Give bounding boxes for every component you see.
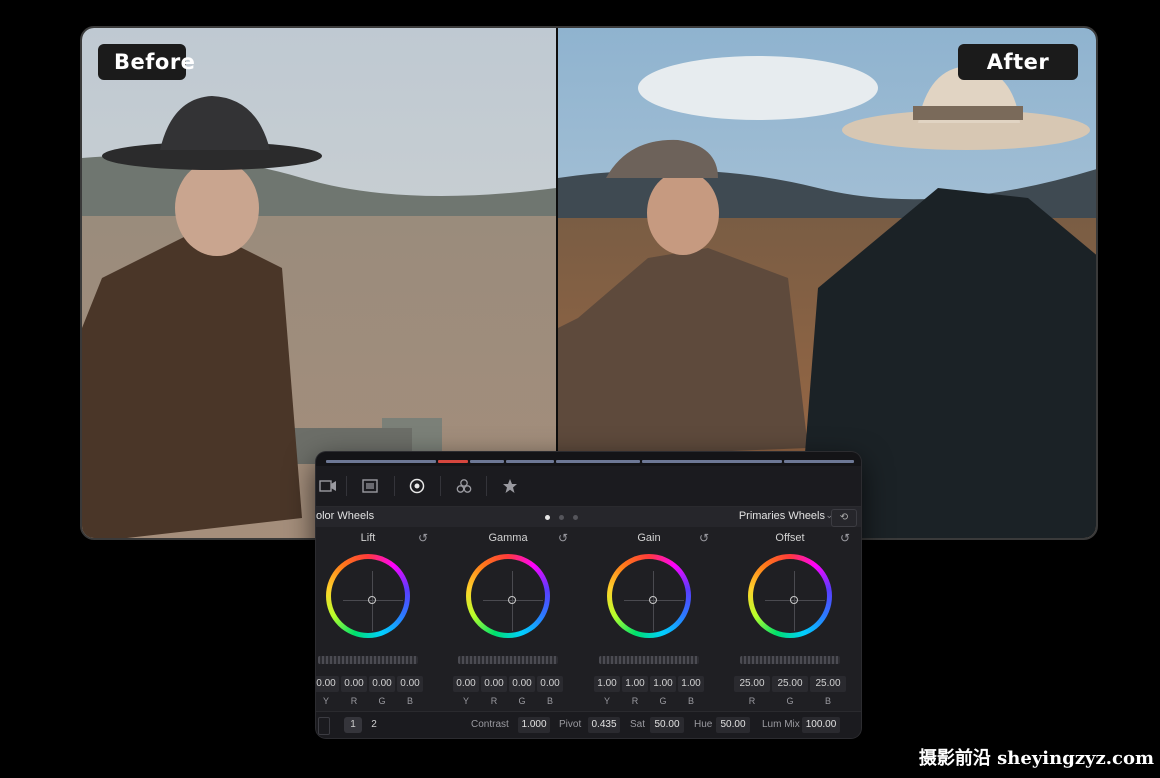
contrast-label: Contrast — [471, 719, 509, 730]
wheel-lift: Lift ↺ 0.00 0.00 0.00 0.00 Y R G B — [316, 530, 432, 710]
color-wheels-icon[interactable] — [405, 474, 429, 498]
wheel-gamma: Gamma ↺ 0.00 0.00 0.00 0.00 Y R G B — [444, 530, 572, 710]
page-dot[interactable] — [573, 515, 578, 520]
clip-bar[interactable] — [506, 460, 554, 463]
page-1-button[interactable]: 1 — [344, 717, 362, 733]
channel-label: B — [546, 696, 553, 706]
reset-icon[interactable]: ↺ — [418, 531, 428, 545]
pivot-label: Pivot — [559, 719, 582, 730]
wheel-puck[interactable] — [649, 596, 657, 604]
channel-label: B — [687, 696, 694, 706]
master-wheel-slider[interactable] — [318, 656, 418, 664]
channel-label: B — [406, 696, 413, 706]
value-field[interactable]: 0.00 — [453, 676, 479, 692]
rgb-mixer-icon[interactable] — [452, 474, 476, 498]
hue-label: Hue — [694, 719, 713, 730]
value-field[interactable]: 1.00 — [622, 676, 648, 692]
clip-bar[interactable] — [470, 460, 504, 463]
color-match-icon[interactable] — [358, 474, 382, 498]
wheel-offset: Offset ↺ 25.00 25.00 25.00 R G B — [726, 530, 854, 710]
value-field[interactable]: 0.00 — [397, 676, 423, 692]
reset-icon[interactable]: ↺ — [558, 531, 568, 545]
value-field[interactable]: 25.00 — [772, 676, 808, 692]
wheels-header: olor Wheels Primaries Wheels ⌄ ⟲ — [316, 507, 861, 527]
camera-raw-icon[interactable] — [316, 474, 340, 498]
value-field[interactable]: 1.00 — [678, 676, 704, 692]
channel-label: R — [350, 696, 358, 706]
wheel-gain: Gain ↺ 1.00 1.00 1.00 1.00 Y R G B — [585, 530, 713, 710]
wheel-label: Offset — [775, 532, 805, 544]
master-wheel-slider[interactable] — [458, 656, 558, 664]
clip-bar[interactable] — [556, 460, 640, 463]
lummix-label: Lum Mix — [762, 719, 800, 730]
adjustments-footer: 1 2 Contrast 1.000 Pivot 0.435 Sat 50.00… — [316, 711, 861, 738]
wheel-puck[interactable] — [508, 596, 516, 604]
wheel-puck[interactable] — [368, 596, 376, 604]
clip-bar[interactable] — [326, 460, 436, 463]
value-field[interactable]: 1.00 — [650, 676, 676, 692]
value-field[interactable]: 0.00 — [537, 676, 563, 692]
wheels-mode-select[interactable]: Primaries Wheels — [739, 510, 825, 522]
value-field[interactable]: 0.00 — [509, 676, 535, 692]
before-label: Before — [98, 44, 195, 80]
reset-icon[interactable]: ↺ — [699, 531, 709, 545]
wheel-puck[interactable] — [790, 596, 798, 604]
pivot-field[interactable]: 0.435 — [588, 717, 620, 733]
channel-label: Y — [603, 696, 610, 706]
channel-label: G — [659, 696, 667, 706]
watermark: 摄影前沿 sheyingzyz.com — [918, 748, 1154, 769]
sat-field[interactable]: 50.00 — [650, 717, 684, 733]
page-dot-active[interactable] — [545, 515, 550, 520]
sat-label: Sat — [630, 719, 646, 730]
clip-bar[interactable] — [642, 460, 782, 463]
color-wheels-panel: olor Wheels Primaries Wheels ⌄ ⟲ Lift ↺ … — [316, 452, 861, 738]
reset-icon[interactable]: ↺ — [840, 531, 850, 545]
value-field[interactable]: 0.00 — [341, 676, 367, 692]
color-wheel[interactable] — [607, 554, 691, 638]
wheel-label: Lift — [360, 532, 376, 544]
hue-field[interactable]: 50.00 — [716, 717, 750, 733]
master-wheel-slider[interactable] — [599, 656, 699, 664]
clip-bar[interactable] — [784, 460, 854, 463]
page-dot[interactable] — [559, 515, 564, 520]
color-wheel[interactable] — [326, 554, 410, 638]
page-2-button[interactable]: 2 — [366, 717, 382, 733]
color-wheel[interactable] — [748, 554, 832, 638]
master-wheel-slider[interactable] — [740, 656, 840, 664]
clip-timeline[interactable] — [316, 452, 861, 466]
channel-label: B — [824, 696, 831, 706]
wheel-label: Gamma — [488, 532, 528, 544]
value-field[interactable]: 0.00 — [369, 676, 395, 692]
panel-toolbar — [316, 466, 861, 507]
panel-title: olor Wheels — [316, 510, 375, 522]
page-indicator — [318, 717, 330, 735]
channel-label: G — [786, 696, 794, 706]
clip-bar-active[interactable] — [438, 460, 468, 463]
channel-label: Y — [462, 696, 469, 706]
channel-label: Y — [322, 696, 329, 706]
star-icon[interactable] — [498, 474, 522, 498]
contrast-field[interactable]: 1.000 — [518, 717, 550, 733]
value-field[interactable]: 25.00 — [734, 676, 770, 692]
after-label: After — [958, 44, 1078, 80]
value-field[interactable]: 25.00 — [810, 676, 846, 692]
reset-all-icon[interactable]: ⟲ — [831, 509, 857, 527]
lummix-field[interactable]: 100.00 — [802, 717, 840, 733]
channel-label: G — [518, 696, 526, 706]
channel-label: G — [378, 696, 386, 706]
value-field[interactable]: 1.00 — [594, 676, 620, 692]
value-field[interactable]: 0.00 — [481, 676, 507, 692]
value-field[interactable]: 0.00 — [316, 676, 339, 692]
channel-label: R — [631, 696, 639, 706]
wheel-label: Gain — [637, 532, 661, 544]
channel-label: R — [748, 696, 756, 706]
color-wheel[interactable] — [466, 554, 550, 638]
channel-label: R — [490, 696, 498, 706]
